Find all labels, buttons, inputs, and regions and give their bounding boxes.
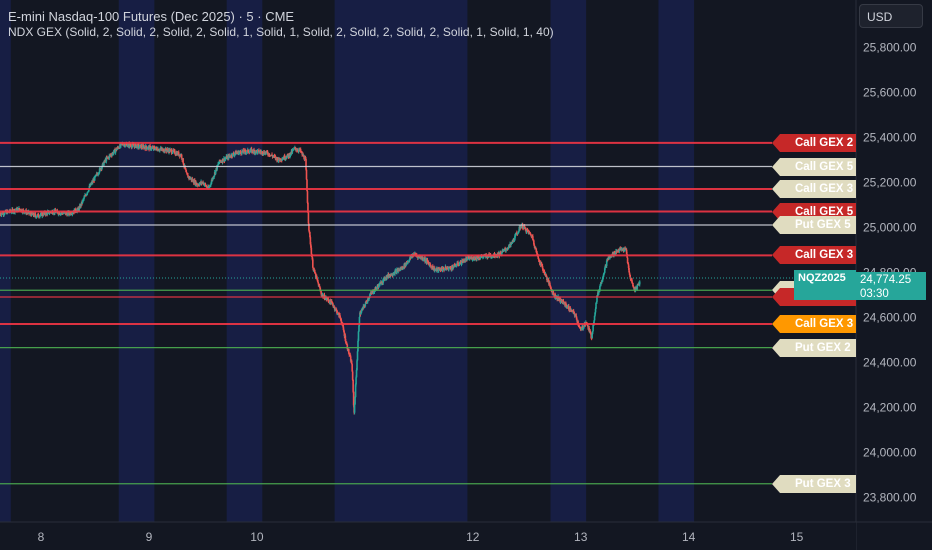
y-tick-label: 25,200.00 <box>863 175 917 189</box>
indicator-legend[interactable]: NDX GEX (Solid, 2, Solid, 2, Solid, 2, S… <box>8 25 554 39</box>
candle-body <box>306 191 309 203</box>
candle-body <box>285 157 288 159</box>
candle-body <box>595 303 597 309</box>
candle-body <box>355 377 357 385</box>
candle-body <box>626 257 629 264</box>
candle-body <box>537 256 540 259</box>
y-tick-label: 24,600.00 <box>863 310 917 324</box>
session-band <box>0 0 11 522</box>
last-price-symbol-tag: NQZ2025 <box>794 270 856 300</box>
price-chart[interactable]: 25,800.00 25,600.00 25,400.00 25,200.00 25,0… <box>0 0 932 550</box>
candle-body <box>594 308 597 313</box>
session-band <box>226 0 263 522</box>
candle-body <box>356 360 358 370</box>
price-symbol: NQZ2025 <box>798 272 846 284</box>
x-tick-label: 13 <box>574 530 588 544</box>
gex-level-tag[interactable]: Call GEX 3 <box>772 246 856 265</box>
candle-body <box>316 278 318 280</box>
gex-level-tag[interactable]: Call GEX 3 <box>772 180 856 198</box>
candle-body <box>351 371 354 380</box>
y-tick-label: 24,000.00 <box>863 445 917 459</box>
y-tick-label: 25,800.00 <box>863 40 917 54</box>
session-band <box>658 0 695 522</box>
candle-body <box>310 247 313 254</box>
candle-body <box>346 344 349 349</box>
candle-body <box>357 331 360 341</box>
price-value: 24,774.25 <box>860 274 912 286</box>
candle-body <box>239 151 242 153</box>
candle-body <box>83 197 85 200</box>
y-tick-label: 25,000.00 <box>863 220 917 234</box>
candle-body <box>357 340 359 352</box>
candle-body <box>308 230 311 233</box>
x-tick-label: 15 <box>790 530 804 544</box>
chart-area[interactable]: 25,800.00 25,600.00 25,400.00 25,200.00 25,0… <box>0 0 932 550</box>
currency-button[interactable]: USD <box>859 4 923 28</box>
y-tick-label: 24,200.00 <box>863 400 917 414</box>
candle-body <box>305 169 308 180</box>
session-band <box>118 0 155 522</box>
last-price-value-tag: 24,774.25 03:30 <box>856 272 926 300</box>
candle-body <box>358 325 360 332</box>
gex-level-tag[interactable]: Put GEX 3 <box>772 474 856 493</box>
x-tick-label: 10 <box>250 530 264 544</box>
candle-body <box>307 212 310 224</box>
session-band <box>550 0 587 522</box>
candle-body <box>317 281 319 284</box>
candle-body <box>180 154 183 159</box>
y-tick-label: 25,400.00 <box>863 130 917 144</box>
chart-title: E-mini Nasdaq-100 Futures (Dec 2025) · 5… <box>8 9 295 24</box>
candle-body <box>638 281 641 285</box>
x-tick-label: 8 <box>38 530 45 544</box>
candle-body <box>354 397 356 405</box>
candle-body <box>599 286 601 290</box>
gex-level-tag[interactable]: Call GEX 3 <box>772 315 856 333</box>
x-tick-label: 9 <box>146 530 153 544</box>
candle-body <box>352 379 354 392</box>
candle-body <box>356 351 359 361</box>
candle-body <box>312 259 314 268</box>
x-tick-label: 12 <box>466 530 480 544</box>
y-tick-label: 23,800.00 <box>863 490 917 504</box>
candle-body <box>379 282 381 286</box>
candle-body <box>138 146 141 148</box>
candle-body <box>545 275 548 277</box>
candle-body <box>353 404 356 413</box>
gex-level-tag[interactable]: Call GEX 2 <box>772 133 856 152</box>
gex-level-tag[interactable]: Call GEX 5 <box>772 157 856 176</box>
x-tick-label: 14 <box>682 530 696 544</box>
time-scale-bg <box>0 522 856 550</box>
session-band <box>334 0 468 522</box>
gex-level-tag[interactable]: Put GEX 5 <box>772 216 856 234</box>
candle-body <box>305 159 307 170</box>
price-countdown: 03:30 <box>860 288 889 300</box>
y-tick-label: 24,400.00 <box>863 355 917 369</box>
gex-level-tag[interactable]: Put GEX 2 <box>772 338 856 357</box>
candle-body <box>182 158 184 164</box>
y-tick-label: 25,600.00 <box>863 85 917 99</box>
candle-body <box>364 303 367 307</box>
